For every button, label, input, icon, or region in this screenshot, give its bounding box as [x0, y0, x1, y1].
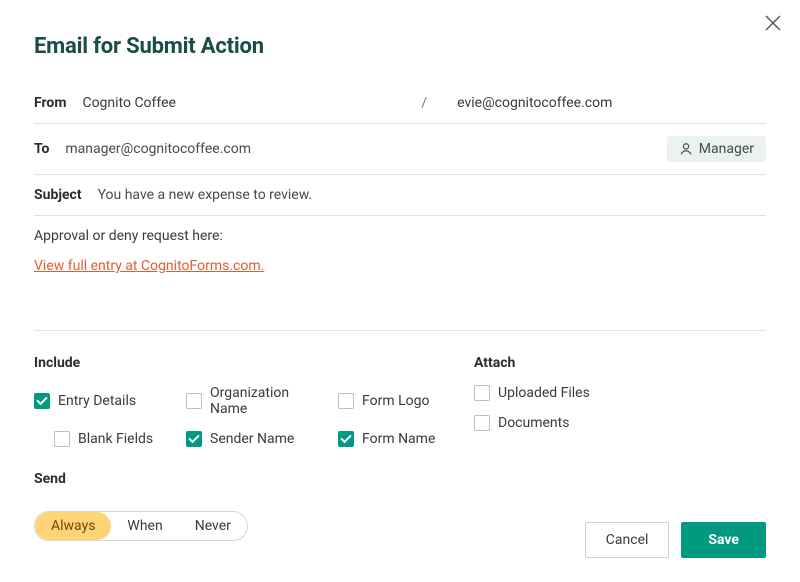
checkbox-label: Uploaded Files: [498, 385, 590, 401]
checkbox-label: Documents: [498, 415, 569, 431]
attach-checkbox-uploaded-files[interactable]: Uploaded Files: [474, 385, 634, 401]
close-icon[interactable]: [764, 14, 782, 32]
send-segmented: AlwaysWhenNever: [34, 511, 248, 541]
checkbox-label: Organization Name: [210, 385, 306, 417]
send-title: Send: [34, 471, 766, 487]
role-chip-label: Manager: [699, 141, 754, 157]
checkbox-icon: [474, 415, 490, 431]
checkbox-icon: [186, 431, 202, 447]
checkbox-icon: [474, 385, 490, 401]
include-title: Include: [34, 355, 474, 371]
body-text: Approval or deny request here:: [34, 228, 766, 244]
attach-title: Attach: [474, 355, 766, 371]
attach-section: Attach Uploaded Files Documents: [474, 355, 766, 447]
person-icon: [679, 142, 693, 156]
save-button[interactable]: Save: [681, 522, 766, 558]
body-view-entry-link[interactable]: View full entry at CognitoForms.com.: [34, 258, 264, 274]
send-option-always[interactable]: Always: [35, 512, 111, 540]
from-email-input[interactable]: evie@cognitocoffee.com: [457, 95, 766, 111]
checkbox-label: Entry Details: [58, 393, 136, 409]
include-checkbox-form-logo[interactable]: Form Logo: [338, 385, 458, 417]
checkbox-icon: [186, 393, 202, 409]
body-editor[interactable]: Approval or deny request here: View full…: [34, 216, 766, 331]
attach-checkbox-documents[interactable]: Documents: [474, 415, 634, 431]
checkbox-label: Form Name: [362, 431, 435, 447]
from-row: From Cognito Coffee / evie@cognitocoffee…: [34, 83, 766, 124]
send-option-never[interactable]: Never: [179, 512, 247, 540]
include-checkbox-sender-name[interactable]: Sender Name: [186, 431, 306, 447]
include-checkbox-form-name[interactable]: Form Name: [338, 431, 458, 447]
to-row: To manager@cognitocoffee.com Manager: [34, 124, 766, 175]
checkbox-icon: [34, 393, 50, 409]
checkbox-label: Form Logo: [362, 393, 429, 409]
to-input[interactable]: manager@cognitocoffee.com: [65, 141, 654, 157]
checkbox-label: Sender Name: [210, 431, 294, 447]
to-label: To: [34, 141, 49, 157]
subject-label: Subject: [34, 187, 82, 203]
include-section: Include Entry Details Organization Name Fo…: [34, 355, 474, 447]
send-option-when[interactable]: When: [111, 512, 178, 540]
cancel-button[interactable]: Cancel: [585, 522, 670, 558]
subject-input[interactable]: You have a new expense to review.: [98, 187, 766, 203]
dialog-title: Email for Submit Action: [34, 34, 766, 59]
include-checkbox-entry-details[interactable]: Entry Details: [34, 385, 154, 417]
checkbox-icon: [338, 393, 354, 409]
include-checkbox-blank-fields[interactable]: Blank Fields: [54, 431, 154, 447]
from-name-input[interactable]: Cognito Coffee: [82, 95, 391, 111]
checkbox-icon: [54, 431, 70, 447]
checkbox-icon: [338, 431, 354, 447]
subject-row: Subject You have a new expense to review…: [34, 175, 766, 216]
from-separator: /: [421, 95, 427, 111]
role-chip-manager[interactable]: Manager: [667, 136, 766, 162]
from-label: From: [34, 95, 66, 111]
include-checkbox-organization-name[interactable]: Organization Name: [186, 385, 306, 417]
checkbox-label: Blank Fields: [78, 431, 153, 447]
